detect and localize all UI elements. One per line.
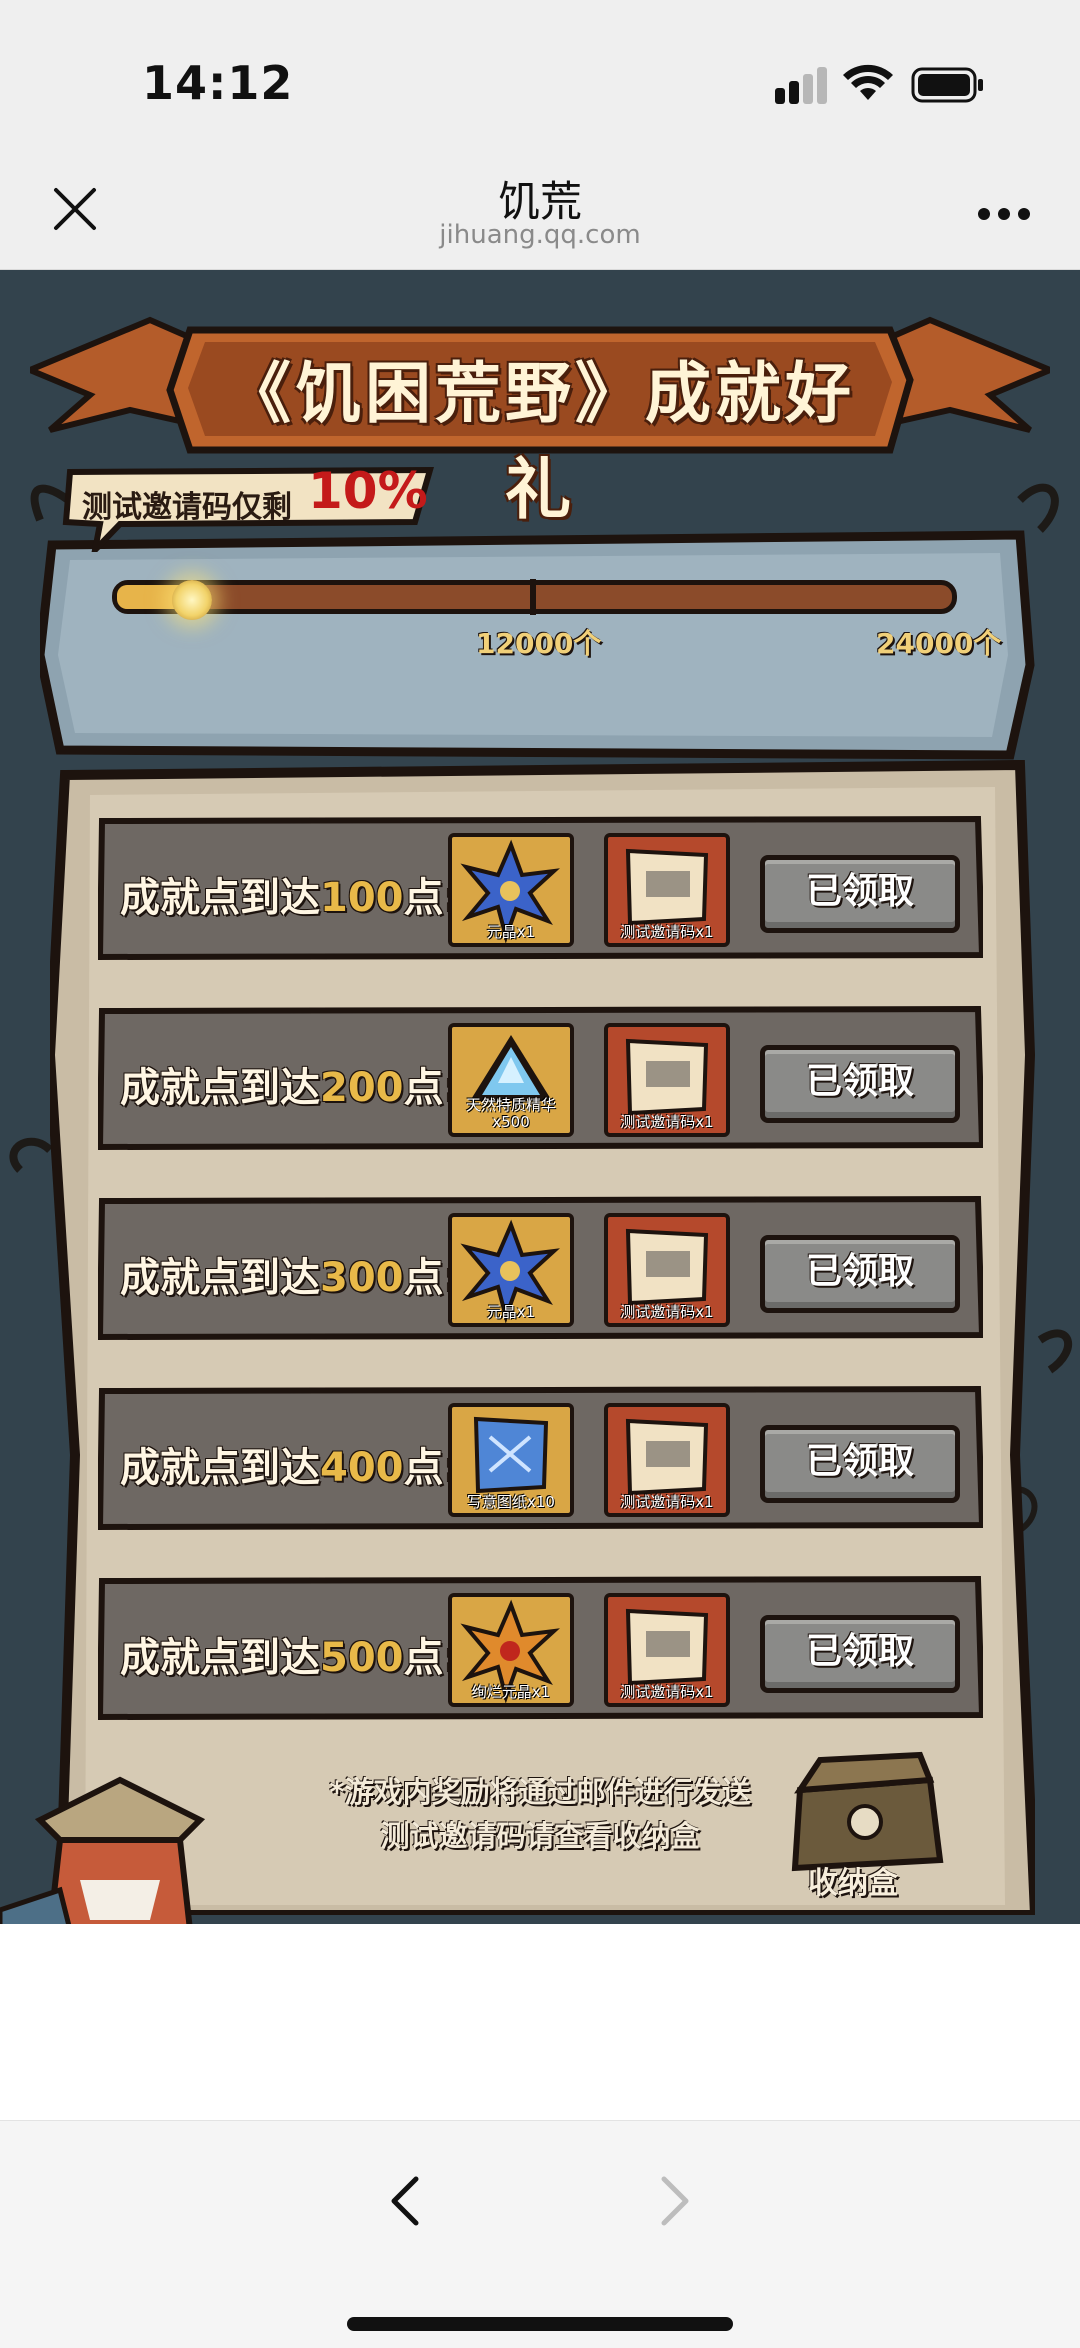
reward-requirement: 成就点到达100点: (120, 875, 460, 921)
reward-row: 成就点到达400点: 写意图纸x10 测试邀请码x1 已领取 (98, 1385, 983, 1531)
claimed-button[interactable]: 已领取 (760, 1615, 960, 1693)
back-arrow-icon[interactable] (380, 2171, 430, 2231)
reward-item-2[interactable]: 测试邀请码x1 (604, 1023, 730, 1137)
progress-bar (112, 579, 957, 615)
reward-row: 成就点到达500点: 绚烂元晶x1 测试邀请码x1 已领取 (98, 1575, 983, 1721)
reward-requirement: 成就点到达500点: (120, 1635, 460, 1681)
character-illustration (0, 1776, 206, 1924)
remaining-percent: 10% (308, 462, 428, 520)
claimed-button[interactable]: 已领取 (760, 1045, 960, 1123)
reward-item-1[interactable]: 元晶x1 (448, 1213, 574, 1327)
reward-requirement: 成就点到达200点: (120, 1065, 460, 1111)
reward-item-1[interactable]: 元晶x1 (448, 833, 574, 947)
reward-row: 成就点到达200点: 天然特质精华x500 测试邀请码x1 已领取 (98, 1005, 983, 1151)
reward-requirement: 成就点到达400点: (120, 1445, 460, 1491)
claimed-button[interactable]: 已领取 (760, 1235, 960, 1313)
points-value: 300 (320, 1255, 404, 1301)
game-event-page: 《饥困荒野》成就好礼 测试邀请码仅剩 10% 12000个 24000个 成就点… (0, 270, 1080, 1924)
status-bar: 14:12 (0, 0, 1080, 150)
reward-row: 成就点到达300点: 元晶x1 测试邀请码x1 已领取 (98, 1195, 983, 1341)
claimed-button[interactable]: 已领取 (760, 855, 960, 933)
reward-item-2[interactable]: 测试邀请码x1 (604, 833, 730, 947)
status-time: 14:12 (142, 56, 294, 110)
reward-item-1[interactable]: 绚烂元晶x1 (448, 1593, 574, 1707)
reward-note: *游戏内奖励将通过邮件进行发送 测试邀请码请查看收纳盒 (329, 1775, 751, 1853)
points-value: 500 (320, 1635, 404, 1681)
home-indicator (347, 2317, 733, 2331)
milestone-label: 24000个 (876, 627, 1002, 660)
reward-requirement: 成就点到达300点: (120, 1255, 460, 1301)
points-value: 400 (320, 1445, 404, 1491)
reward-item-1[interactable]: 天然特质精华x500 (448, 1023, 574, 1137)
reward-item-1[interactable]: 写意图纸x10 (448, 1403, 574, 1517)
progress-knob (172, 580, 212, 620)
milestone-label: 12000个 (476, 627, 602, 660)
points-value: 200 (320, 1065, 404, 1111)
cellular-signal-icon (775, 67, 827, 104)
browser-header: 饥荒 jihuang.qq.com (0, 150, 1080, 270)
battery-icon (911, 67, 983, 103)
wifi-icon (843, 64, 893, 100)
reward-item-2[interactable]: 测试邀请码x1 (604, 1403, 730, 1517)
page-url: jihuang.qq.com (439, 220, 641, 250)
remaining-label: 测试邀请码仅剩 (82, 490, 292, 525)
progress-notch (530, 579, 536, 615)
reward-row: 成就点到达100点: 元晶x1 测试邀请码x1 已领取 (98, 815, 983, 961)
points-value: 100 (320, 875, 404, 921)
claimed-button[interactable]: 已领取 (760, 1425, 960, 1503)
more-options-icon[interactable] (978, 208, 1030, 222)
browser-bottom-bar (0, 2120, 1080, 2348)
forward-arrow-icon (661, 2176, 689, 2226)
storage-box-label[interactable]: 收纳盒 (808, 1858, 898, 1902)
reward-item-2[interactable]: 测试邀请码x1 (604, 1593, 730, 1707)
reward-item-2[interactable]: 测试邀请码x1 (604, 1213, 730, 1327)
